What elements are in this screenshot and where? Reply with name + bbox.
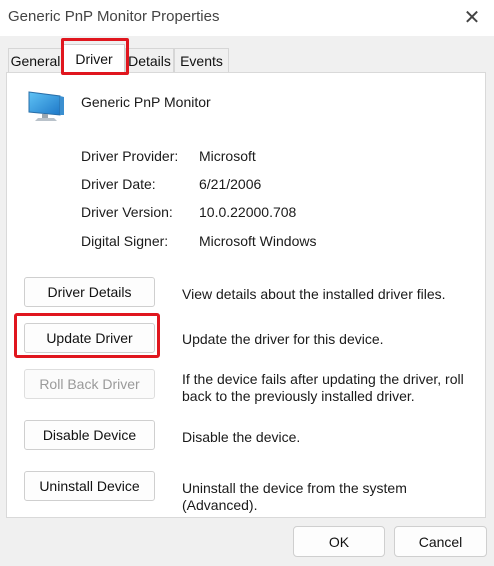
disable-device-button[interactable]: Disable Device bbox=[24, 420, 155, 450]
update-driver-description: Update the driver for this device. bbox=[182, 331, 384, 347]
update-driver-button[interactable]: Update Driver bbox=[24, 323, 155, 353]
tab-driver[interactable]: Driver bbox=[63, 44, 125, 73]
ok-button[interactable]: OK bbox=[293, 526, 385, 557]
driver-version-value: 10.0.22000.708 bbox=[199, 204, 297, 220]
roll-back-driver-button[interactable]: Roll Back Driver bbox=[24, 369, 155, 399]
driver-details-button[interactable]: Driver Details bbox=[24, 277, 155, 307]
driver-provider-value: Microsoft bbox=[199, 148, 256, 164]
digital-signer-value: Microsoft Windows bbox=[199, 233, 317, 249]
window-title: Generic PnP Monitor Properties bbox=[8, 8, 220, 25]
driver-panel: Generic PnP Monitor Driver Provider: Mic… bbox=[6, 72, 486, 518]
device-name: Generic PnP Monitor bbox=[81, 94, 211, 110]
monitor-icon bbox=[28, 91, 64, 121]
driver-provider-label: Driver Provider: bbox=[81, 148, 179, 164]
tab-general[interactable]: General bbox=[8, 48, 63, 72]
tab-events[interactable]: Events bbox=[174, 48, 229, 72]
tab-details[interactable]: Details bbox=[125, 48, 174, 72]
tab-strip: General Driver Details Events bbox=[0, 36, 494, 73]
uninstall-device-button[interactable]: Uninstall Device bbox=[24, 471, 155, 501]
driver-date-label: Driver Date: bbox=[81, 176, 156, 192]
digital-signer-label: Digital Signer: bbox=[81, 233, 169, 249]
cancel-button[interactable]: Cancel bbox=[394, 526, 487, 557]
close-icon: ✕ bbox=[463, 6, 481, 29]
driver-date-value: 6/21/2006 bbox=[199, 176, 262, 192]
disable-device-description: Disable the device. bbox=[182, 429, 301, 445]
driver-version-label: Driver Version: bbox=[81, 204, 173, 220]
title-bar: Generic PnP Monitor Properties ✕ bbox=[0, 0, 494, 36]
roll-back-driver-description: If the device fails after updating the d… bbox=[182, 371, 464, 404]
driver-details-description: View details about the installed driver … bbox=[182, 286, 446, 302]
uninstall-device-description: Uninstall the device from the system (Ad… bbox=[182, 480, 407, 513]
close-button[interactable]: ✕ bbox=[460, 6, 484, 29]
